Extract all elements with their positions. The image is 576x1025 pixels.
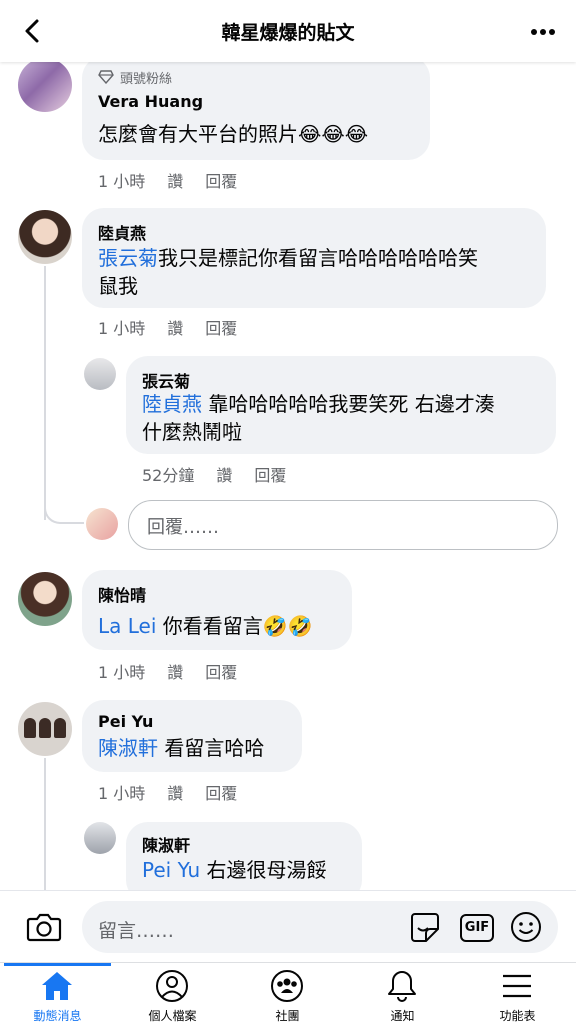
comment-meta: 1 小時 讚 回覆: [98, 168, 259, 192]
avatar[interactable]: [18, 702, 72, 756]
reply-placeholder: 回覆……: [147, 517, 219, 538]
comment-composer: 留言…… GIF: [0, 890, 576, 963]
comment-bubble: 頭號粉絲 Vera Huang 怎麼會有大平台的照片😂😂😂: [82, 56, 430, 160]
gif-icon[interactable]: GIF: [460, 914, 494, 942]
diamond-badge-icon: [98, 70, 114, 84]
tab-profile[interactable]: 個人檔案: [115, 963, 230, 1025]
reply-link[interactable]: 回覆: [254, 466, 286, 485]
comment-text: 張云菊我只是標記你看留言哈哈哈哈哈哈笑 鼠我: [98, 246, 478, 298]
reply-link[interactable]: 回覆: [205, 784, 237, 803]
more-options-icon[interactable]: [530, 28, 556, 36]
thread-line: [44, 266, 46, 520]
reply-input[interactable]: 回覆……: [128, 500, 558, 550]
timestamp: 1 小時: [98, 663, 146, 682]
thread-connector: [44, 500, 84, 524]
like-link[interactable]: 讚: [216, 466, 232, 485]
tab-label: 社團: [275, 1009, 300, 1023]
reply-link[interactable]: 回覆: [205, 172, 237, 191]
avatar[interactable]: [84, 822, 116, 854]
comment-input[interactable]: 留言…… GIF: [82, 901, 558, 953]
comment-text: Pei Yu 右邊很母湯餒: [142, 858, 327, 882]
menu-icon: [503, 974, 531, 998]
tab-label: 通知: [390, 1009, 415, 1023]
mention-link[interactable]: Pei Yu: [142, 858, 200, 882]
commenter-name[interactable]: 陳怡晴: [98, 582, 146, 606]
comment-bubble: Pei Yu 陳淑軒 看留言哈哈: [82, 700, 302, 772]
camera-icon[interactable]: [26, 911, 62, 943]
comment-text: 怎麼會有大平台的照片😂😂😂: [98, 122, 369, 146]
comment-meta: 52分鐘 讚 回覆: [142, 462, 308, 486]
home-icon: [42, 972, 72, 1000]
comment-meta: 1 小時 讚 回覆: [98, 659, 259, 683]
bottom-tab-bar: 動態消息 個人檔案 社團 通知 功能表: [0, 962, 576, 1025]
top-fan-badge: 頭號粉絲: [120, 72, 173, 87]
reply-link[interactable]: 回覆: [205, 663, 237, 682]
mention-link[interactable]: 陸貞燕: [142, 392, 202, 416]
profile-icon: [156, 970, 188, 1002]
like-link[interactable]: 讚: [167, 784, 183, 803]
mention-link[interactable]: La Lei: [98, 614, 156, 638]
bell-icon: [388, 971, 416, 1002]
comment-text: La Lei 你看看留言🤣🤣: [98, 614, 313, 638]
tab-groups[interactable]: 社團: [230, 963, 345, 1025]
reply-link[interactable]: 回覆: [205, 319, 237, 338]
comment-text: 陳淑軒 看留言哈哈: [98, 736, 265, 760]
like-link[interactable]: 讚: [167, 663, 183, 682]
like-link[interactable]: 讚: [167, 319, 183, 338]
avatar: [86, 508, 118, 540]
comment-meta: 1 小時 讚 回覆: [98, 780, 259, 804]
avatar[interactable]: [18, 572, 72, 626]
like-link[interactable]: 讚: [167, 172, 183, 191]
comment-bubble: 陸貞燕 張云菊我只是標記你看留言哈哈哈哈哈哈笑 鼠我: [82, 208, 546, 308]
comment-meta: 1 小時 讚 回覆: [98, 315, 259, 339]
commenter-name[interactable]: 張云菊: [142, 368, 190, 392]
timestamp: 52分鐘: [142, 466, 195, 485]
timestamp: 1 小時: [98, 784, 146, 803]
mention-link[interactable]: 張云菊: [98, 246, 158, 270]
tab-news-feed[interactable]: 動態消息: [0, 963, 115, 1025]
avatar[interactable]: [18, 210, 72, 264]
groups-icon: [271, 970, 303, 1002]
commenter-name[interactable]: Vera Huang: [98, 92, 203, 111]
page-title: 韓星爆爆的貼文: [221, 22, 355, 44]
tab-label: 動態消息: [33, 1009, 82, 1023]
avatar[interactable]: [18, 58, 72, 112]
emoji-icon[interactable]: [510, 911, 542, 943]
reply-bubble: 張云菊 陸貞燕 靠哈哈哈哈哈我要笑死 右邊才湊 什麼熱鬧啦: [126, 356, 556, 454]
sticker-icon[interactable]: [408, 911, 442, 945]
tab-notifications[interactable]: 通知: [345, 963, 460, 1025]
timestamp: 1 小時: [98, 319, 146, 338]
mention-link[interactable]: 陳淑軒: [98, 736, 158, 760]
commenter-name[interactable]: 陸貞燕: [98, 220, 146, 244]
tab-label: 個人檔案: [148, 1009, 197, 1023]
thread-line: [44, 758, 46, 890]
commenter-name[interactable]: Pei Yu: [98, 712, 153, 731]
commenter-name[interactable]: 陳淑軒: [142, 832, 190, 856]
comment-text: 陸貞燕 靠哈哈哈哈哈我要笑死 右邊才湊 什麼熱鬧啦: [142, 392, 495, 444]
timestamp: 1 小時: [98, 172, 146, 191]
tab-menu[interactable]: 功能表: [460, 963, 575, 1025]
comment-bubble: 陳怡晴 La Lei 你看看留言🤣🤣: [82, 570, 352, 650]
avatar[interactable]: [84, 358, 116, 390]
comment-placeholder: 留言……: [98, 920, 175, 942]
header-bar: 韓星爆爆的貼文: [0, 0, 576, 62]
tab-label: 功能表: [499, 1009, 536, 1023]
